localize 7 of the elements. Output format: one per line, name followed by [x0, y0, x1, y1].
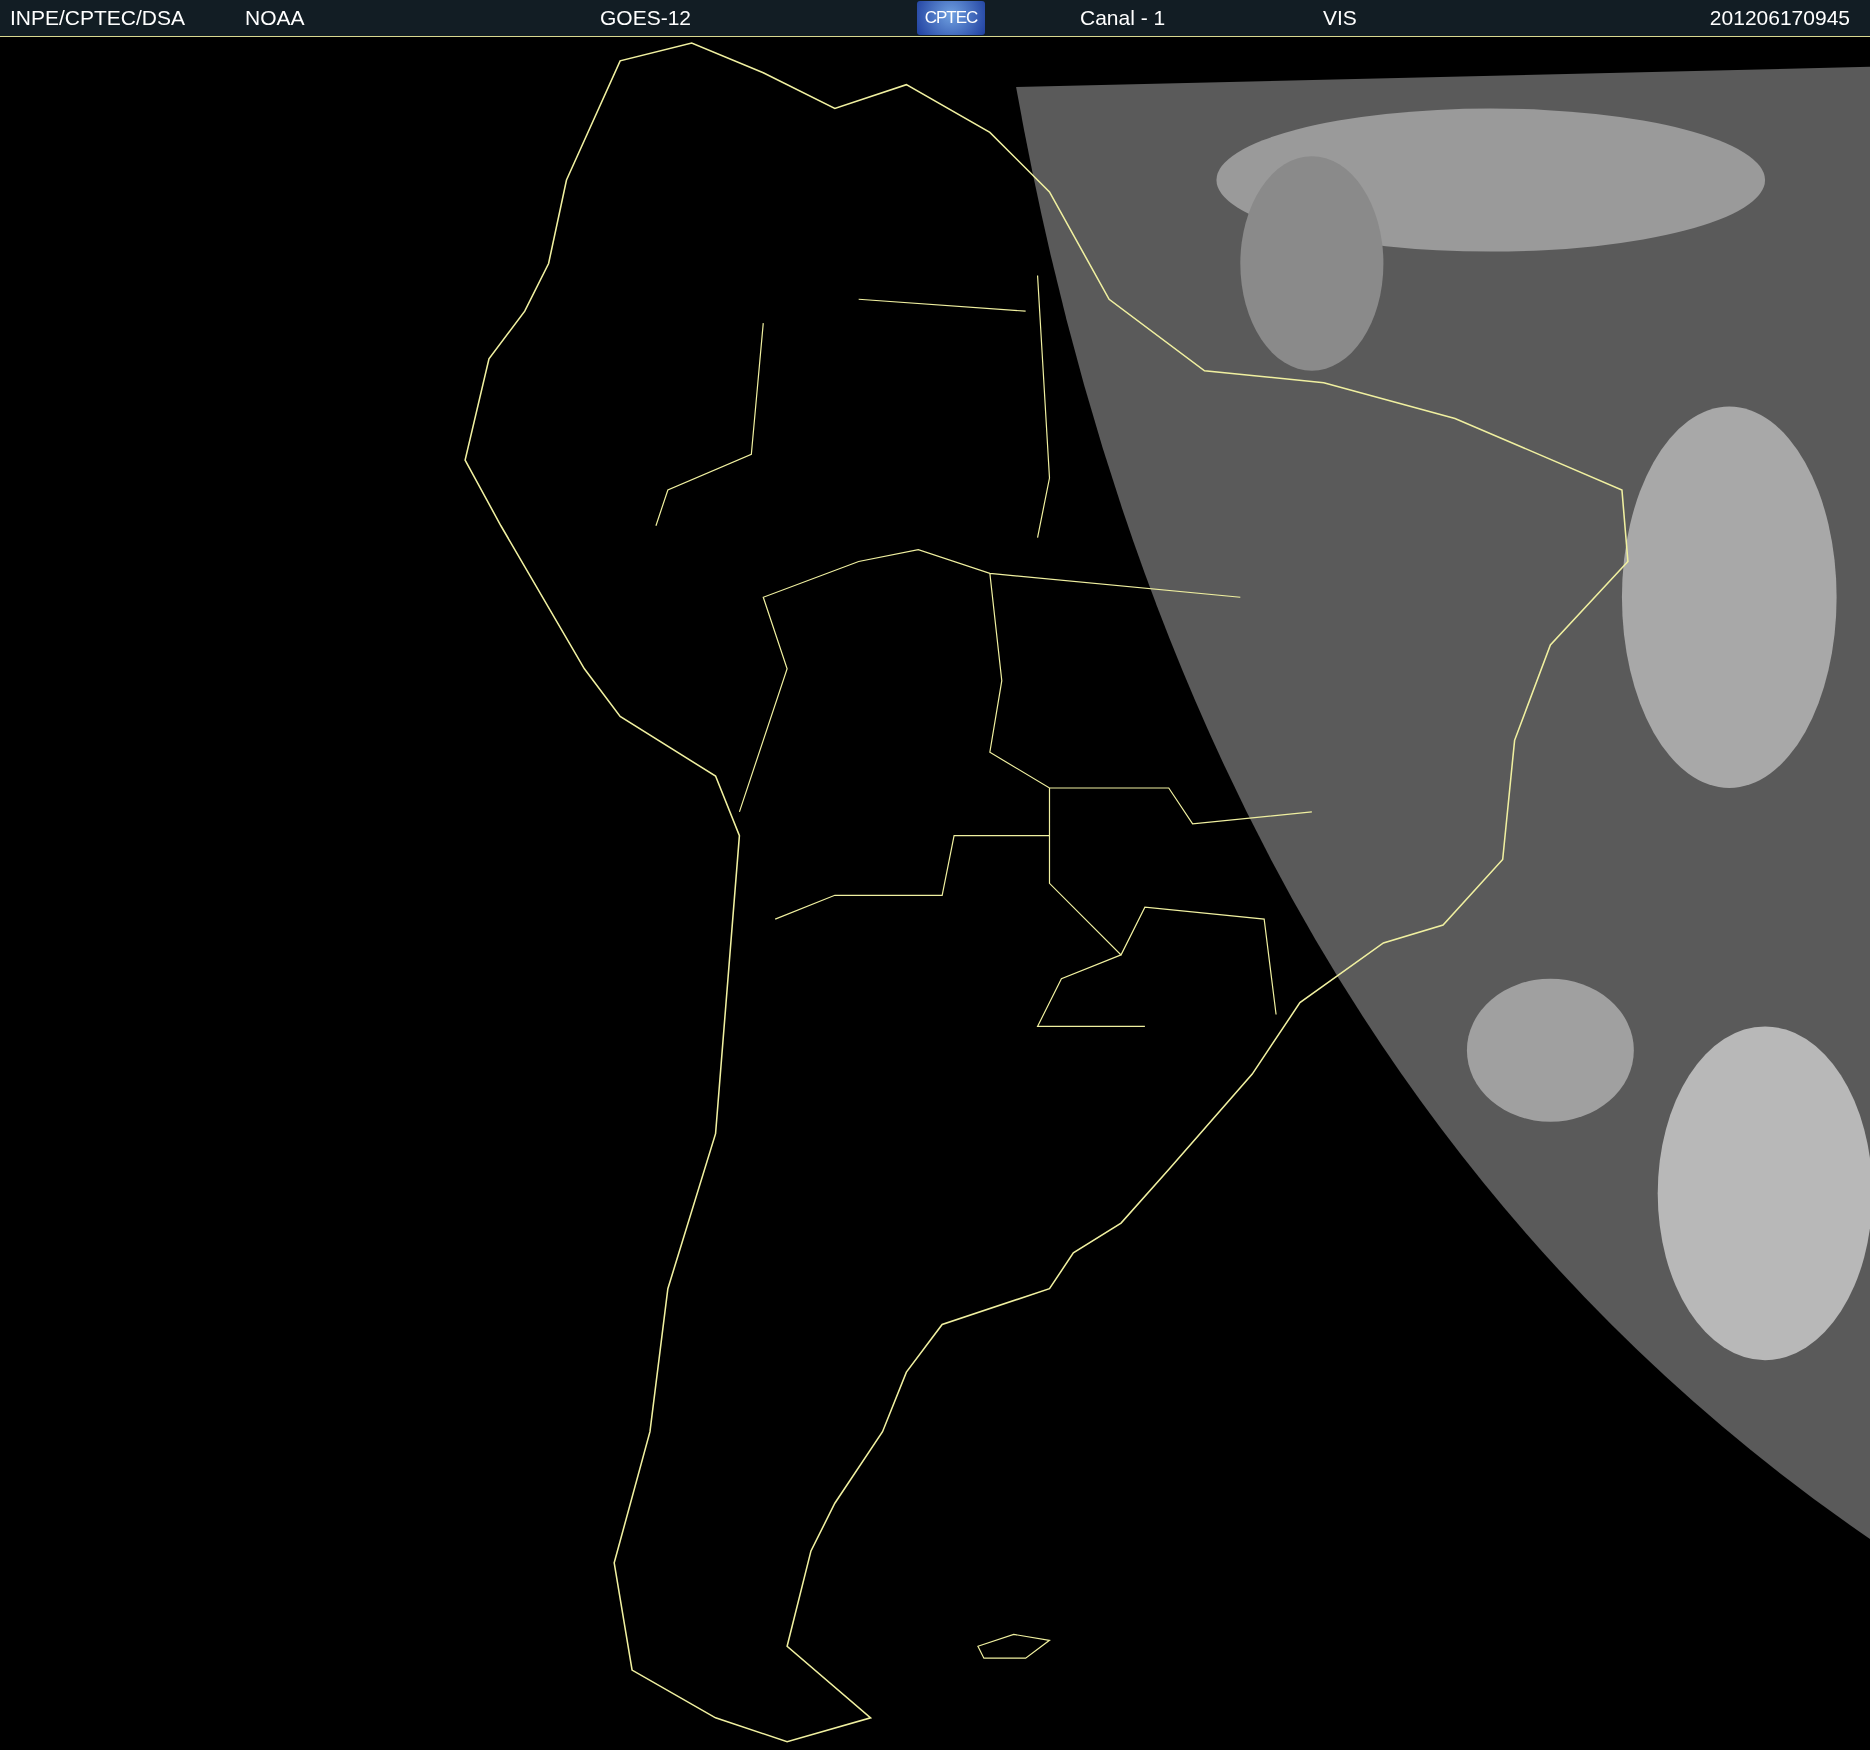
- header-label: Canal - 1: [1080, 6, 1166, 30]
- header-label: INPE/CPTEC/DSA: [10, 6, 186, 30]
- header-label: GOES-12: [600, 6, 692, 30]
- header-label: NOAA: [245, 6, 305, 30]
- header-label: 201206170945: [1709, 6, 1850, 30]
- logo: CPTEC: [917, 1, 985, 35]
- header-label: VIS: [1323, 6, 1357, 30]
